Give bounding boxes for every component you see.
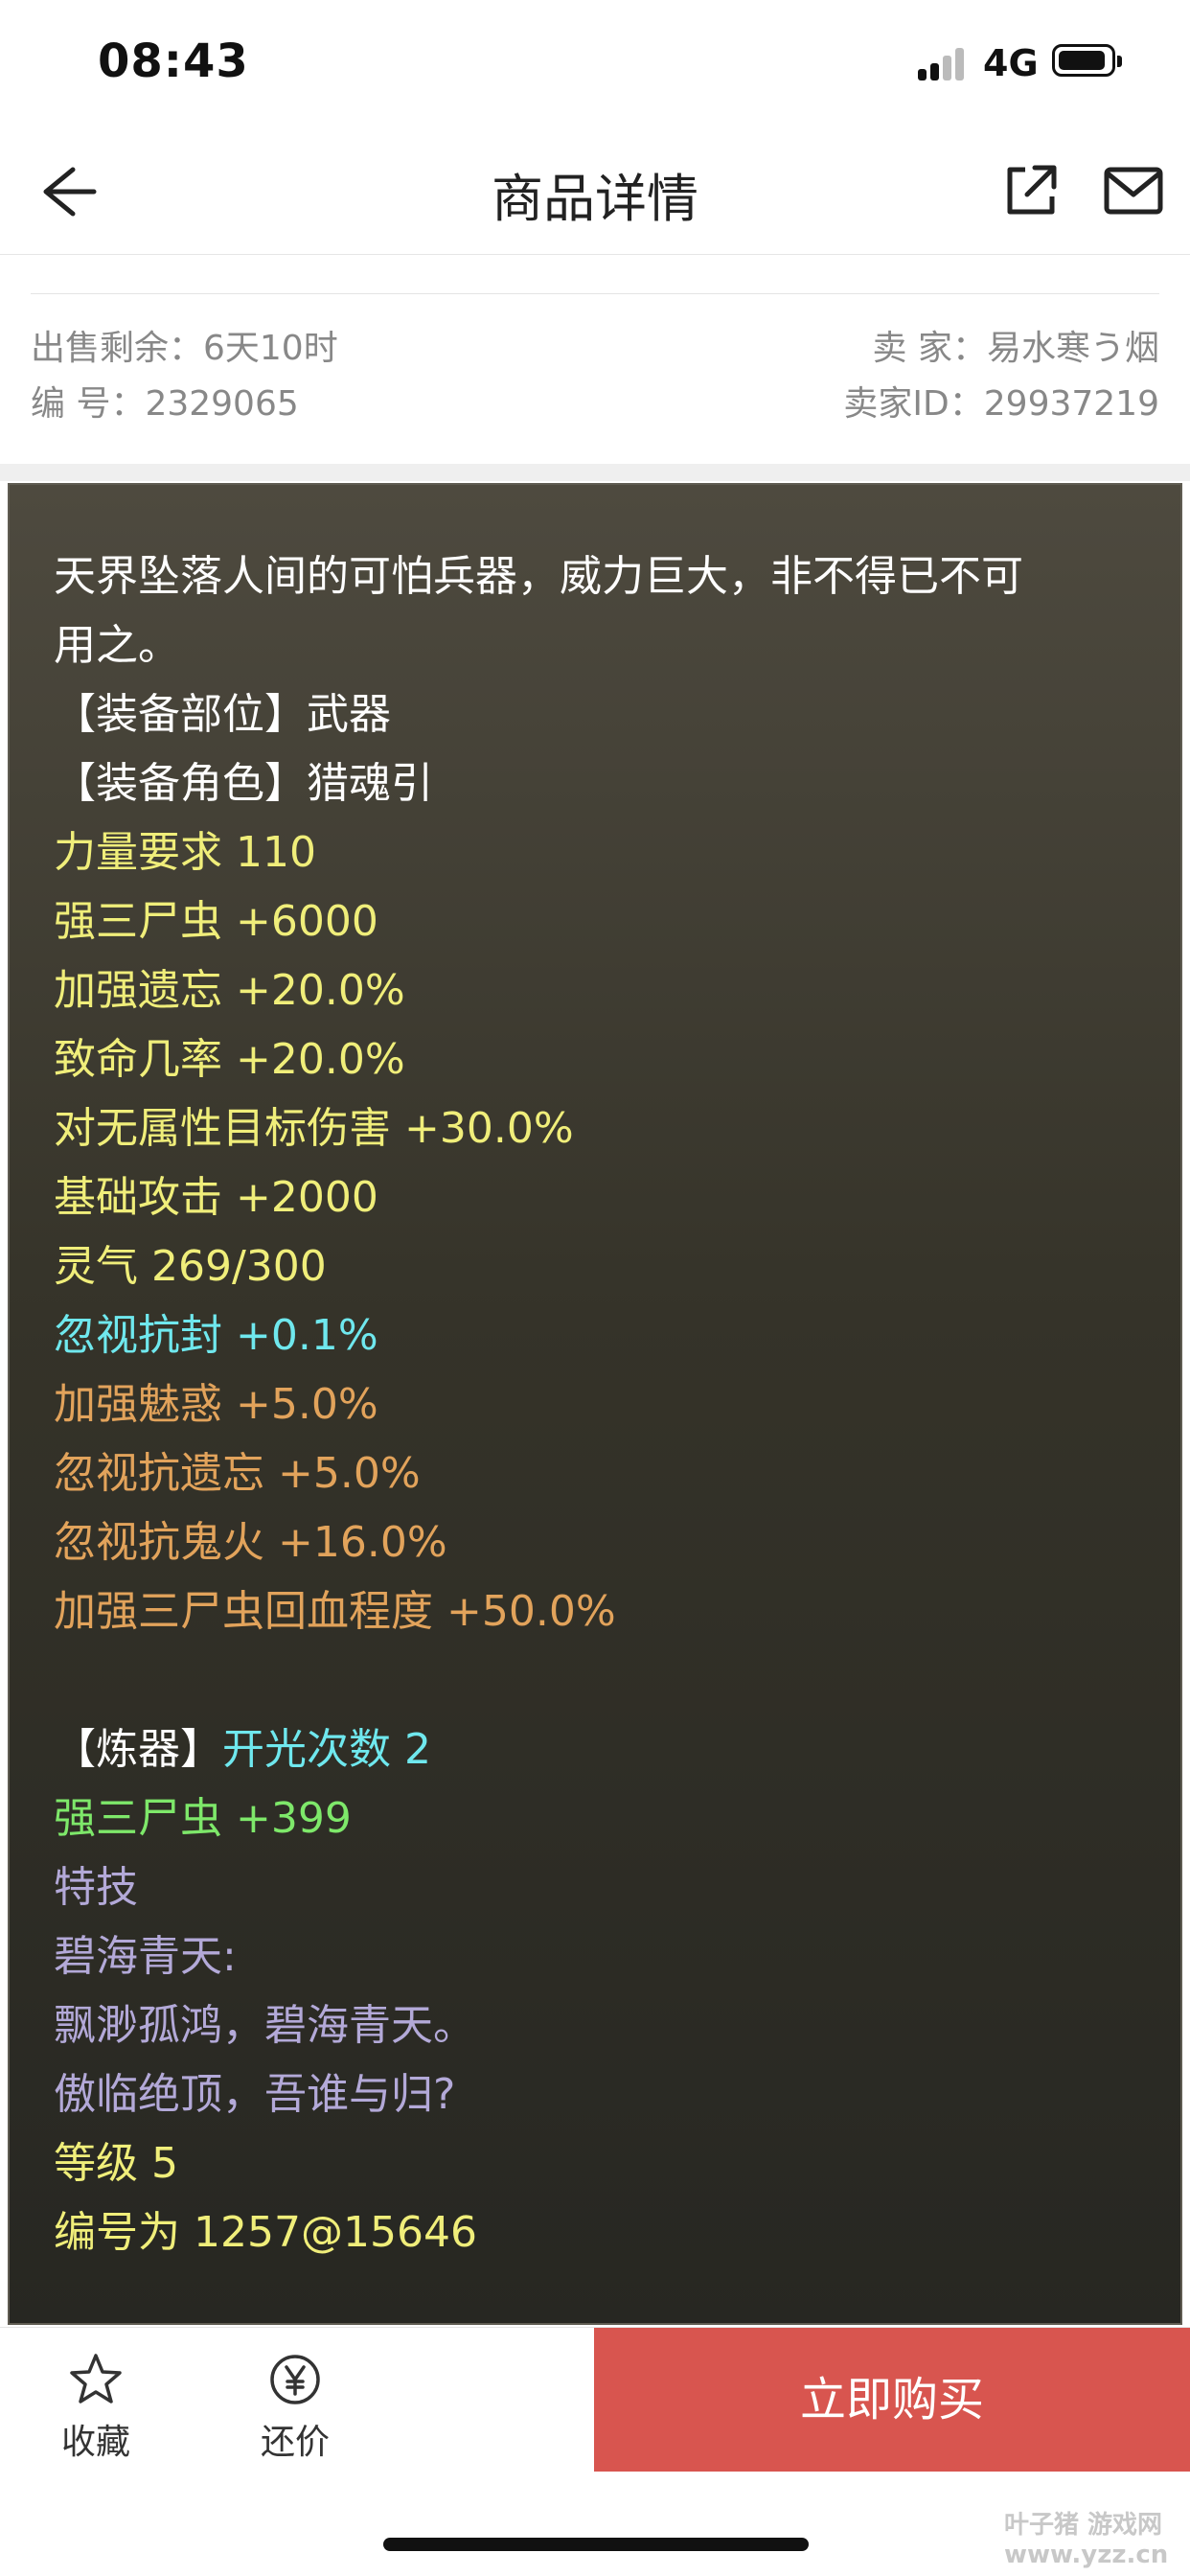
item-attribute-line: 力量要求 110 [54,828,316,877]
item-detail-panel: 天界坠落人间的可怕兵器，威力巨大，非不得已不可 用之。【装备部位】武器 【装备角色】… [8,483,1182,2325]
time-remaining: 出售剩余：6天10时 [31,329,338,368]
mail-icon [1104,167,1163,215]
favorite-button[interactable]: 收藏 [38,2351,153,2466]
refine-count: 开光次数 2 [222,1725,431,1774]
item-attribute-line: 加强魅惑 +5.0% [54,1380,378,1429]
listing-serial: 编 号：2329065 [31,384,299,424]
message-button[interactable] [1102,162,1165,219]
bargain-button[interactable]: 还价 [238,2351,353,2466]
refine-label: 【炼器】 [54,1725,222,1774]
buy-now-button[interactable]: 立即购买 [594,2328,1190,2472]
item-attribute-line: 等级 5 [54,2139,178,2188]
home-indicator[interactable] [383,2538,809,2551]
listing-info: 出售剩余：6天10时 编 号：2329065 卖 家：易水寒う烟 卖家ID：29… [0,255,1190,464]
network-type: 4G [983,42,1039,84]
item-attribute-line: 【装备角色】猎魂引 [54,759,433,808]
favorite-label: 收藏 [60,2423,130,2462]
item-attribute-line [54,1646,1146,1715]
item-attribute-line: 【炼器】开光次数 2 [54,1715,1146,1784]
seller-name: 卖 家：易水寒う烟 [872,329,1159,368]
item-attribute-line: 天界坠落人间的可怕兵器，威力巨大，非不得已不可 [54,552,1023,601]
bargain-label: 还价 [260,2423,330,2462]
item-attribute-line: 飘渺孤鸿，碧海青天。 [54,2001,475,2050]
item-attribute-line: 忽视抗封 +0.1% [54,1311,378,1360]
signal-icon [918,46,968,80]
item-attribute-line: 编号为 1257@15646 [54,2208,477,2257]
item-attribute-line: 碧海青天: [54,1932,237,1981]
yen-coin-icon [270,2355,320,2404]
share-icon [1007,165,1057,215]
item-attribute-line: 强三尸虫 +399 [54,1794,352,1843]
item-attribute-line: 强三尸虫 +6000 [54,897,378,946]
seller-id: 卖家ID：29937219 [843,384,1159,424]
item-attribute-line: 加强三尸虫回血程度 +50.0% [54,1587,616,1636]
bottom-action-bar: 收藏 还价 立即购买 [0,2327,1190,2472]
divider [31,293,1159,294]
item-attribute-line: 傲临绝顶，吾谁与归? [54,2070,456,2119]
share-button[interactable] [1000,160,1062,221]
item-attribute-line: 对无属性目标伤害 +30.0% [54,1104,574,1153]
item-attribute-line: 致命几率 +20.0% [54,1035,405,1084]
section-divider [0,464,1190,481]
battery-icon [1052,44,1122,77]
star-icon [70,2354,122,2404]
item-attribute-line: 忽视抗遗忘 +5.0% [54,1449,421,1498]
status-bar: 08:43 4G [0,0,1190,129]
item-attribute-line: 加强遗忘 +20.0% [54,966,405,1015]
nav-bar: 商品详情 [0,129,1190,255]
item-attributes: 天界坠落人间的可怕兵器，威力巨大，非不得已不可 用之。【装备部位】武器 【装备角色】… [54,542,1146,2267]
item-attribute-line: 灵气 269/300 [54,1242,327,1291]
item-attribute-line: 特技 [54,1863,138,1912]
item-attribute-line: 忽视抗鬼火 +16.0% [54,1518,447,1567]
status-time: 08:43 [98,34,249,88]
item-attribute-line: 【装备部位】武器 [54,690,391,739]
item-attribute-line: 基础攻击 +2000 [54,1173,378,1222]
watermark-logo: 叶子猪 游戏网 www.yzz.cn [1004,2511,1169,2569]
item-attribute-line: 用之。 [54,621,180,670]
